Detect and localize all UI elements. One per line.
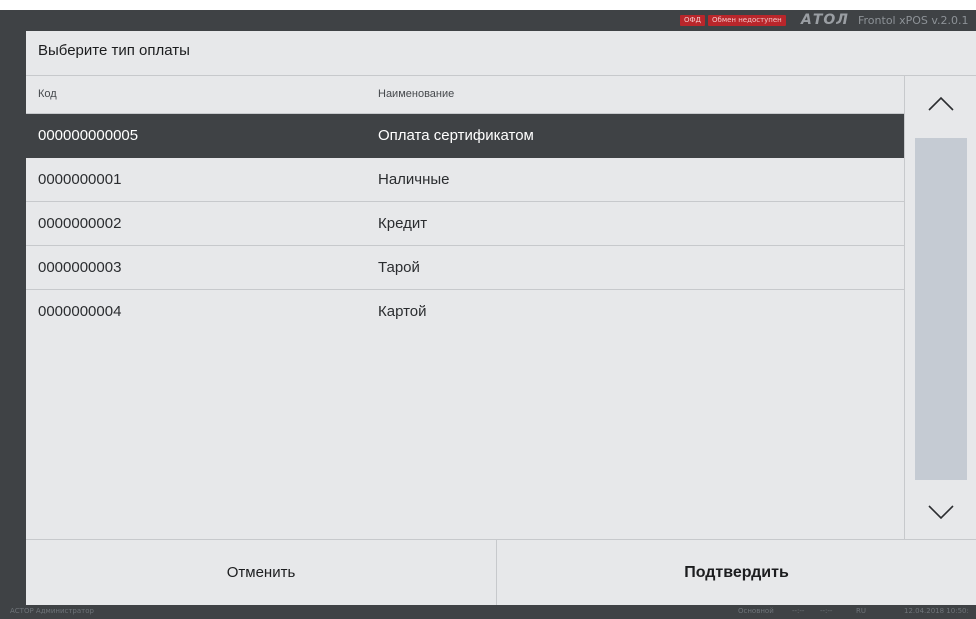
time-field-2: --:-- — [820, 607, 833, 615]
row-name: Оплата сертификатом — [378, 127, 534, 144]
atol-logo: АТОЛ — [801, 12, 849, 28]
payment-type-dialog: Выберите тип оплаты Код Наименование 000… — [26, 31, 976, 605]
list-scrollbar — [904, 76, 976, 539]
scroll-up-button[interactable] — [915, 86, 967, 122]
chevron-up-icon — [928, 96, 954, 111]
row-name: Наличные — [378, 171, 450, 188]
bottom-status-bar: АСТОР Администратор Основной --:-- --:--… — [0, 603, 976, 619]
row-code: 0000000004 — [38, 303, 122, 320]
row-code: 0000000003 — [38, 259, 122, 276]
table-row[interactable]: 0000000003 Тарой — [26, 246, 904, 290]
row-code: 0000000001 — [38, 171, 122, 188]
user-info: АСТОР Администратор — [10, 607, 94, 615]
scroll-track[interactable] — [915, 138, 967, 480]
column-header-code: Код — [38, 88, 57, 100]
row-code: 000000000005 — [38, 127, 139, 144]
datetime-label: 12.04.2018 10:50: — [904, 607, 969, 615]
exchange-unavailable-badge: Обмен недоступен — [708, 15, 786, 26]
cancel-button[interactable]: Отменить — [26, 540, 496, 605]
language-indicator: RU — [856, 607, 866, 615]
table-row[interactable]: 0000000001 Наличные — [26, 158, 904, 202]
top-status-bar: ОФД Обмен недоступен АТОЛ Frontol xPOS v… — [0, 10, 976, 31]
row-name: Картой — [378, 303, 427, 320]
column-header-name: Наименование — [378, 88, 455, 100]
app-version: Frontol xPOS v.2.0.1 — [858, 14, 969, 27]
dialog-title: Выберите тип оплаты — [38, 42, 190, 59]
row-code: 0000000002 — [38, 215, 122, 232]
table-row[interactable]: 0000000002 Кредит — [26, 202, 904, 246]
table-row[interactable]: 000000000005 Оплата сертификатом — [26, 114, 904, 158]
confirm-button[interactable]: Подтвердить — [497, 540, 976, 605]
ofd-badge: ОФД — [680, 15, 706, 26]
app-window: ОФД Обмен недоступен АТОЛ Frontol xPOS v… — [0, 10, 976, 619]
row-name: Тарой — [378, 259, 420, 276]
title-divider — [26, 75, 976, 76]
chevron-down-icon — [928, 505, 954, 520]
row-name: Кредит — [378, 215, 428, 232]
mode-label: Основной — [738, 607, 774, 615]
time-field-1: --:-- — [792, 607, 805, 615]
scroll-down-button[interactable] — [915, 494, 967, 530]
table-row[interactable]: 0000000004 Картой — [26, 290, 904, 334]
